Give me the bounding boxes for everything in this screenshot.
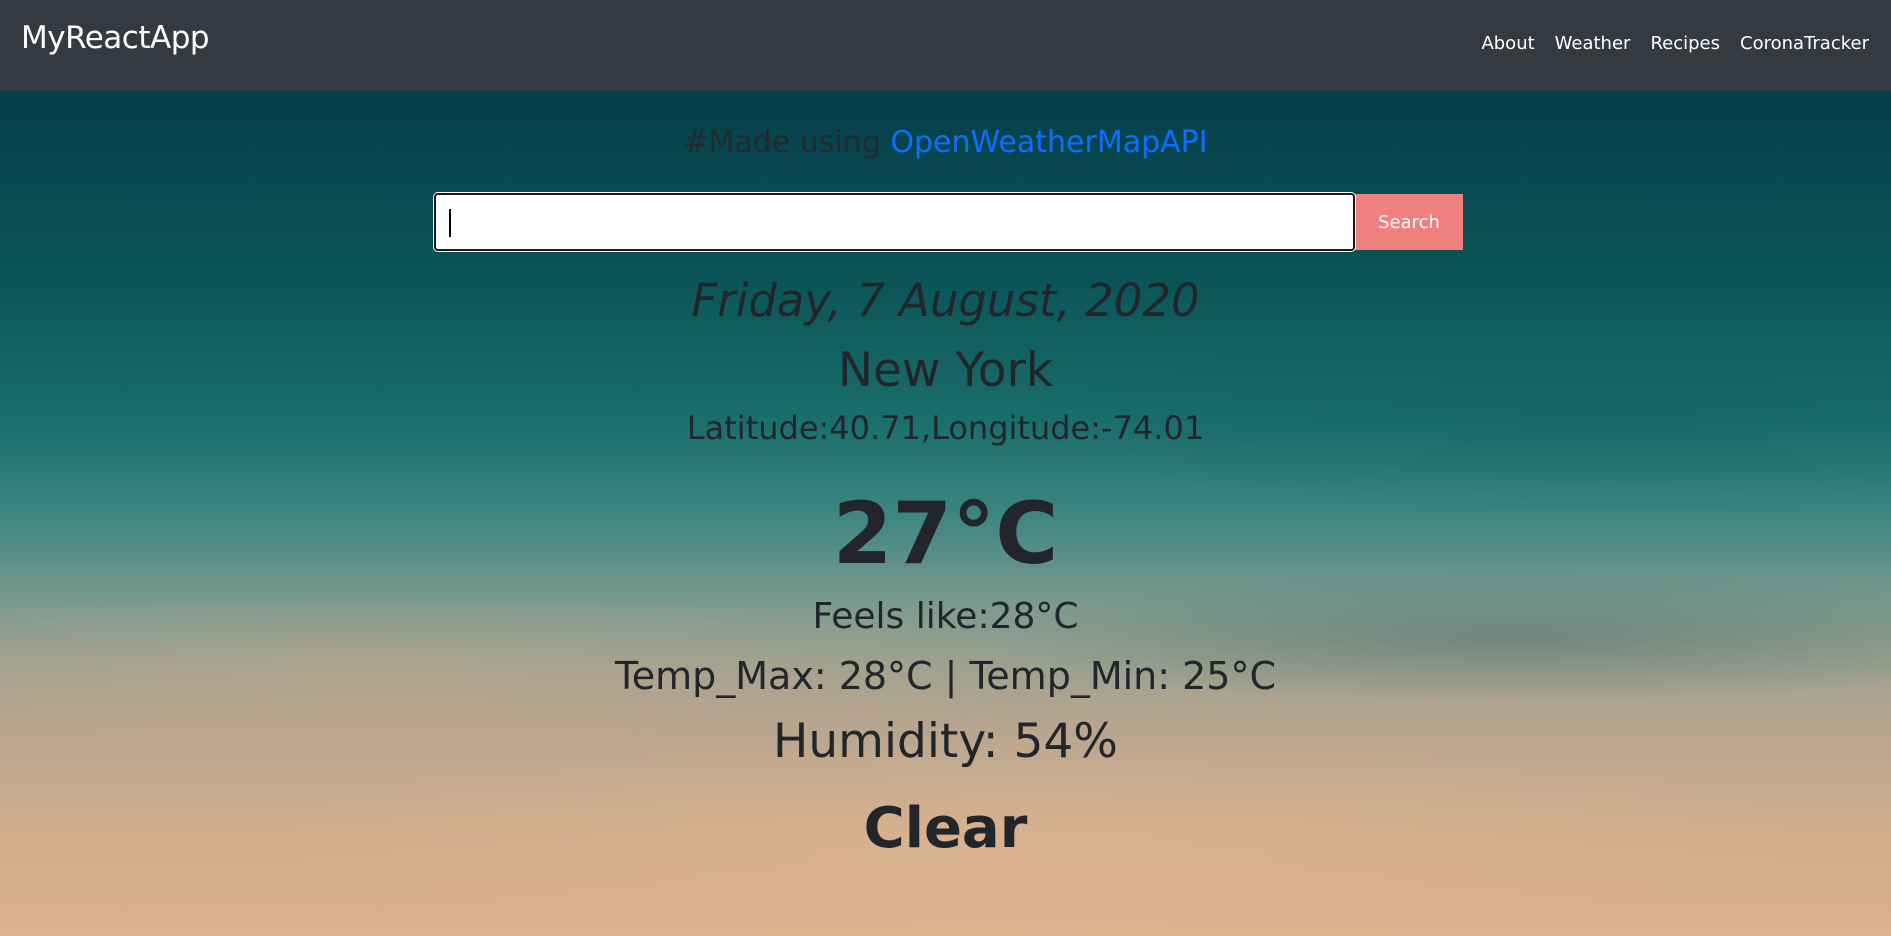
humidity-text: Humidity: 54% xyxy=(773,714,1118,769)
feels-like-text: Feels like:28°C xyxy=(812,596,1079,637)
navbar: MyReactApp About Weather Recipes CoronaT… xyxy=(0,0,1891,91)
coordinates-text: Latitude:40.71,Longitude:-74.01 xyxy=(686,409,1205,447)
search-button[interactable]: Search xyxy=(1355,194,1463,250)
weather-page: #Made using OpenWeatherMapAPI Search Fri… xyxy=(0,91,1891,936)
weather-description: Clear xyxy=(863,796,1028,861)
nav-link-about[interactable]: About xyxy=(1481,33,1534,54)
nav-link-weather[interactable]: Weather xyxy=(1555,33,1631,54)
city-search-input[interactable] xyxy=(434,193,1355,251)
temperature-value: 27°C xyxy=(832,484,1059,584)
search-form: Search xyxy=(434,193,1463,251)
temp-min-max-text: Temp_Max: 28°C | Temp_Min: 25°C xyxy=(614,654,1277,698)
made-using-caption: #Made using OpenWeatherMapAPI xyxy=(0,125,1891,160)
text-caret xyxy=(449,209,451,237)
date-text: Friday, 7 August, 2020 xyxy=(691,274,1200,327)
nav-link-recipes[interactable]: Recipes xyxy=(1650,33,1720,54)
api-link[interactable]: OpenWeatherMapAPI xyxy=(890,125,1207,160)
brand-link[interactable]: MyReactApp xyxy=(21,20,210,56)
city-name: New York xyxy=(837,343,1054,398)
made-using-text: #Made using xyxy=(683,125,891,160)
nav-link-coronatracker[interactable]: CoronaTracker xyxy=(1740,33,1869,54)
nav-links: About Weather Recipes CoronaTracker xyxy=(1481,33,1869,54)
